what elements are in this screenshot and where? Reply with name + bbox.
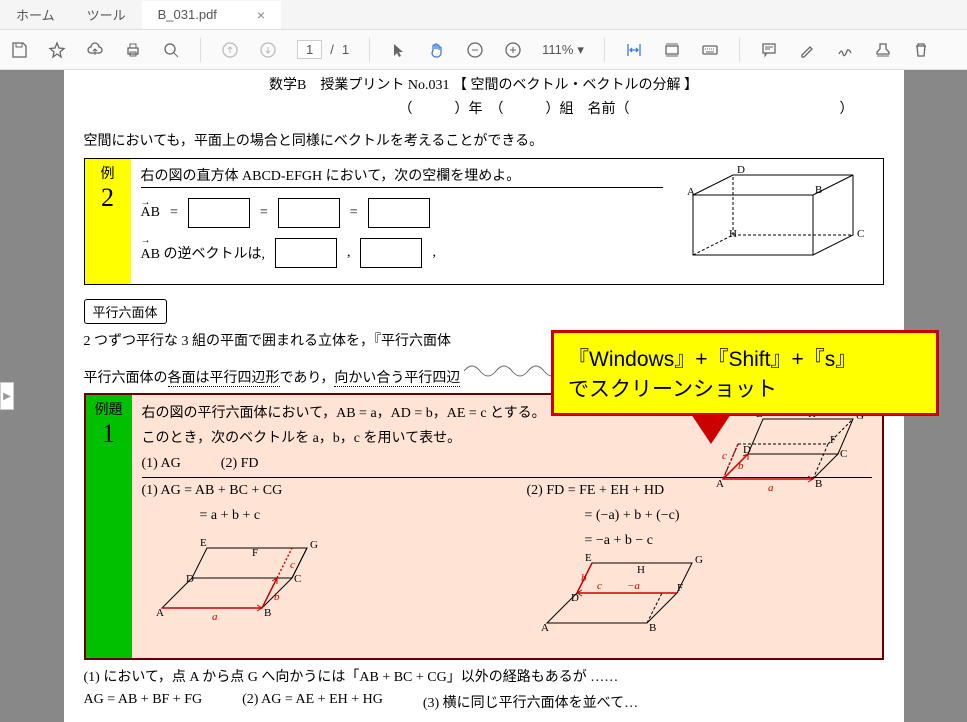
- highlight-icon[interactable]: [798, 41, 816, 59]
- doc-title: 数学B 授業プリント No.031 【 空間のベクトル・ベクトルの分解 】: [74, 74, 894, 94]
- page-number: 1 / 1: [297, 40, 349, 59]
- hand-icon[interactable]: [428, 41, 446, 59]
- fit-page-icon[interactable]: [663, 41, 681, 59]
- cuboid-figure: A B C D H: [673, 165, 873, 275]
- fit-width-icon[interactable]: [625, 41, 643, 59]
- cloud-icon[interactable]: [86, 41, 104, 59]
- callout-line2: でスクリーンショット: [568, 373, 922, 403]
- callout-line1: 『Windows』+『Shift』+『s』: [568, 343, 922, 373]
- save-icon[interactable]: [10, 41, 28, 59]
- svg-text:G: G: [695, 554, 703, 566]
- document-viewer[interactable]: ▶ 数学B 授業プリント No.031 【 空間のベクトル・ベクトルの分解 】 …: [0, 70, 967, 722]
- svg-text:A: A: [156, 607, 164, 619]
- ex2-body: 右の図の直方体 ABCD-EFGH において，次の空欄を埋めよ。 →AB = =…: [131, 159, 883, 284]
- doc-info: （ ）年 （ ）組 名前（ ）: [74, 94, 894, 122]
- svg-text:C: C: [294, 573, 301, 585]
- separator: [739, 38, 740, 62]
- example-2: 例 2 右の図の直方体 ABCD-EFGH において，次の空欄を埋めよ。 →AB…: [84, 158, 884, 285]
- svg-text:A: A: [541, 622, 549, 634]
- annotation-callout[interactable]: 『Windows』+『Shift』+『s』 でスクリーンショット: [551, 330, 939, 444]
- tab-file-label: B_031.pdf: [158, 7, 217, 22]
- svg-text:−a: −a: [627, 580, 640, 592]
- svg-text:E: E: [585, 553, 592, 564]
- svg-text:D: D: [571, 592, 579, 604]
- toolbar: 1 / 1 111%▾: [0, 30, 967, 70]
- page-up-icon[interactable]: [221, 41, 239, 59]
- svg-text:E: E: [200, 537, 207, 549]
- search-icon[interactable]: [162, 41, 180, 59]
- callout-box: 『Windows』+『Shift』+『s』 でスクリーンショット: [551, 330, 939, 416]
- chevron-down-icon: ▾: [577, 42, 584, 58]
- solution-figure-1: A B C D E F G a b c: [142, 528, 342, 628]
- svg-text:c: c: [722, 450, 727, 462]
- svg-text:B: B: [815, 478, 822, 490]
- tab-file[interactable]: B_031.pdf ×: [142, 1, 281, 29]
- tab-home[interactable]: ホーム: [0, 0, 71, 30]
- print-icon[interactable]: [124, 41, 142, 59]
- comment-icon[interactable]: [760, 41, 778, 59]
- tab-bar: ホーム ツール B_031.pdf ×: [0, 0, 967, 30]
- svg-text:b: b: [274, 591, 280, 603]
- foot2: AG = AB + BF + FG (2) AG = AE + EH + HG …: [84, 692, 884, 712]
- ex2-label: 例 2: [85, 159, 131, 284]
- svg-text:a: a: [212, 611, 218, 623]
- ex1-label: 例題 1: [86, 395, 132, 658]
- keyboard-icon[interactable]: [701, 41, 719, 59]
- app-window: ホーム ツール B_031.pdf × 1 / 1 111%▾: [0, 0, 967, 722]
- sign-icon[interactable]: [836, 41, 854, 59]
- stamp-icon[interactable]: [874, 41, 892, 59]
- intro-text: 空間においても，平面上の場合と同様にベクトルを考えることができる。: [84, 130, 884, 150]
- svg-text:H: H: [637, 564, 645, 576]
- svg-text:c: c: [597, 580, 602, 592]
- svg-text:b: b: [581, 572, 587, 584]
- svg-text:D: D: [743, 444, 751, 456]
- blank-box: [188, 198, 250, 228]
- blank-box: [368, 198, 430, 228]
- page-current[interactable]: 1: [297, 40, 322, 59]
- zoom-out-icon[interactable]: [466, 41, 484, 59]
- callout-tail: [691, 414, 731, 444]
- svg-text:B: B: [815, 184, 822, 196]
- foot1: (1) において，点 A から点 G へ向かうには「AB + BC + CG」以…: [84, 666, 884, 686]
- trash-icon[interactable]: [912, 41, 930, 59]
- subtitle: 平行六面体: [84, 299, 167, 324]
- svg-text:D: D: [186, 573, 194, 585]
- svg-text:B: B: [264, 607, 271, 619]
- svg-text:a: a: [768, 482, 774, 494]
- svg-text:c: c: [290, 559, 295, 571]
- svg-text:b: b: [738, 460, 744, 472]
- blank-box: [360, 238, 422, 268]
- star-icon[interactable]: [48, 41, 66, 59]
- blank-box: [275, 238, 337, 268]
- side-handle[interactable]: ▶: [0, 382, 14, 410]
- solution-figure-2: A B D E F G H −a bc: [527, 553, 727, 643]
- separator: [604, 38, 605, 62]
- svg-text:F: F: [677, 582, 683, 594]
- page-down-icon[interactable]: [259, 41, 277, 59]
- zoom-select[interactable]: 111%▾: [542, 42, 584, 58]
- svg-text:B: B: [649, 622, 656, 634]
- separator: [200, 38, 201, 62]
- svg-text:C: C: [840, 448, 847, 460]
- separator: [369, 38, 370, 62]
- svg-text:H: H: [729, 228, 737, 240]
- zoom-in-icon[interactable]: [504, 41, 522, 59]
- svg-text:A: A: [716, 478, 724, 490]
- pointer-icon[interactable]: [390, 41, 408, 59]
- svg-text:D: D: [737, 165, 745, 176]
- svg-text:A: A: [687, 186, 695, 198]
- tab-tools[interactable]: ツール: [71, 0, 142, 30]
- close-icon[interactable]: ×: [257, 7, 265, 23]
- blank-box: [278, 198, 340, 228]
- svg-text:F: F: [252, 547, 258, 559]
- svg-text:C: C: [857, 228, 864, 240]
- svg-text:G: G: [310, 539, 318, 551]
